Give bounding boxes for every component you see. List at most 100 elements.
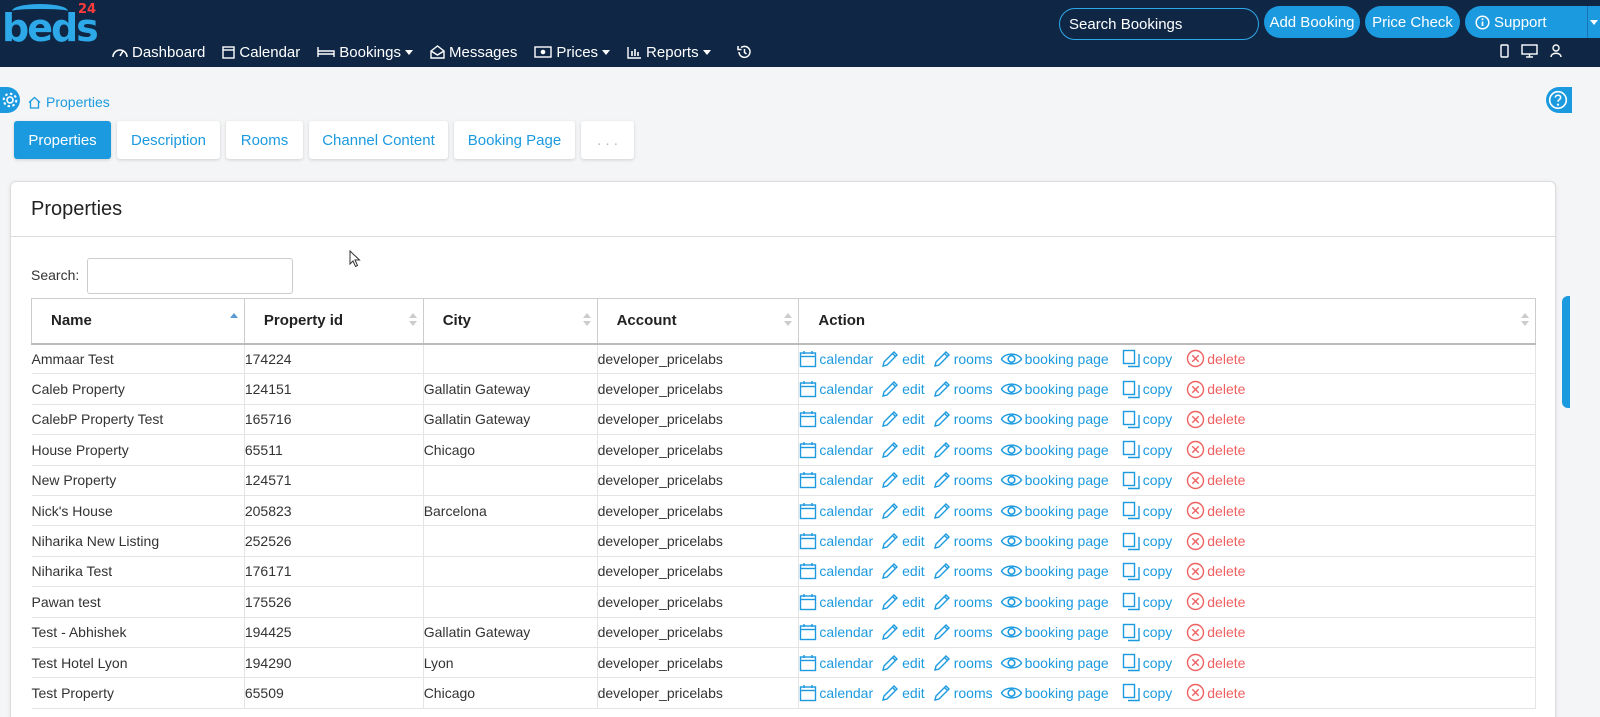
delete-link[interactable]: delete [1186,440,1245,459]
copy-link[interactable]: copy [1122,501,1172,520]
delete-link[interactable]: delete [1186,501,1245,520]
calendar-link[interactable]: calendar [799,471,873,489]
column-header-account[interactable]: Account [596,298,800,345]
calendar-link[interactable]: calendar [799,593,873,611]
copy-link[interactable]: copy [1122,592,1172,611]
rooms-link[interactable]: rooms [932,501,993,521]
nav-messages[interactable]: Messages [430,44,517,61]
column-header-property-id[interactable]: Property id [243,298,424,345]
booking-page-link[interactable]: booking page [1000,624,1109,640]
edit-link[interactable]: edit [880,349,925,369]
edit-link[interactable]: edit [880,531,925,551]
home-icon[interactable] [28,96,41,109]
copy-link[interactable]: copy [1122,653,1172,672]
booking-page-link[interactable]: booking page [1000,472,1109,488]
delete-link[interactable]: delete [1186,562,1245,581]
column-header-city[interactable]: City [422,298,598,345]
edit-link[interactable]: edit [880,592,925,612]
tab-properties[interactable]: Properties [14,121,111,159]
calendar-link[interactable]: calendar [799,350,873,368]
booking-page-link[interactable]: booking page [1000,351,1109,367]
breadcrumb-properties[interactable]: Properties [46,94,110,110]
user-icon[interactable] [1550,44,1562,58]
delete-link[interactable]: delete [1186,349,1245,368]
history-button[interactable] [736,44,756,60]
booking-page-link[interactable]: booking page [1000,381,1109,397]
tab-channel-content[interactable]: Channel Content [309,121,448,159]
calendar-link[interactable]: calendar [799,410,873,428]
copy-link[interactable]: copy [1122,380,1172,399]
copy-link[interactable]: copy [1122,471,1172,490]
edit-link[interactable]: edit [880,440,925,460]
rooms-link[interactable]: rooms [932,470,993,490]
edit-link[interactable]: edit [880,622,925,642]
tab-description[interactable]: Description [117,121,220,159]
calendar-link[interactable]: calendar [799,441,873,459]
rooms-link[interactable]: rooms [932,349,993,369]
mobile-icon[interactable] [1500,44,1509,58]
rooms-link[interactable]: rooms [932,379,993,399]
delete-link[interactable]: delete [1186,592,1245,611]
table-search-input[interactable] [87,258,293,294]
booking-page-link[interactable]: booking page [1000,655,1109,671]
rooms-link[interactable]: rooms [932,409,993,429]
edit-link[interactable]: edit [880,501,925,521]
rooms-link[interactable]: rooms [932,653,993,673]
rooms-link[interactable]: rooms [932,440,993,460]
delete-link[interactable]: delete [1186,380,1245,399]
add-booking-button[interactable]: Add Booking [1264,6,1360,38]
calendar-link[interactable]: calendar [799,380,873,398]
copy-link[interactable]: copy [1122,440,1172,459]
booking-page-link[interactable]: booking page [1000,685,1109,701]
edit-link[interactable]: edit [880,561,925,581]
rooms-link[interactable]: rooms [932,592,993,612]
delete-link[interactable]: delete [1186,410,1245,429]
edit-link[interactable]: edit [880,653,925,673]
nav-dashboard[interactable]: Dashboard [112,44,205,61]
booking-page-link[interactable]: booking page [1000,411,1109,427]
booking-page-link[interactable]: booking page [1000,594,1109,610]
edit-link[interactable]: edit [880,683,925,703]
tab-more[interactable]: . . . [581,121,634,159]
copy-link[interactable]: copy [1122,410,1172,429]
copy-link[interactable]: copy [1122,349,1172,368]
calendar-link[interactable]: calendar [799,502,873,520]
booking-page-link[interactable]: booking page [1000,533,1109,549]
search-bookings-input[interactable] [1059,8,1259,40]
delete-link[interactable]: delete [1186,623,1245,642]
tab-booking-page[interactable]: Booking Page [454,121,575,159]
calendar-link[interactable]: calendar [799,654,873,672]
rooms-link[interactable]: rooms [932,561,993,581]
nav-reports[interactable]: Reports [627,44,711,61]
calendar-link[interactable]: calendar [799,532,873,550]
tab-rooms[interactable]: Rooms [226,121,303,159]
copy-link[interactable]: copy [1122,683,1172,702]
delete-link[interactable]: delete [1186,683,1245,702]
nav-bookings[interactable]: Bookings [317,44,413,61]
column-header-name[interactable]: Name [31,298,245,345]
booking-page-link[interactable]: booking page [1000,503,1109,519]
desktop-icon[interactable] [1521,44,1538,58]
nav-calendar[interactable]: Calendar [222,44,300,61]
support-button[interactable]: Support [1465,6,1600,38]
copy-link[interactable]: copy [1122,562,1172,581]
calendar-link[interactable]: calendar [799,684,873,702]
beds24-logo[interactable]: beds 24 [2,2,99,48]
settings-button[interactable] [0,87,20,113]
booking-page-link[interactable]: booking page [1000,442,1109,458]
chevron-down-icon[interactable] [1590,20,1598,25]
rooms-link[interactable]: rooms [932,622,993,642]
copy-link[interactable]: copy [1122,623,1172,642]
calendar-link[interactable]: calendar [799,623,873,641]
booking-page-link[interactable]: booking page [1000,563,1109,579]
column-header-action[interactable]: Action [798,298,1536,345]
help-button[interactable] [1546,87,1572,113]
edit-link[interactable]: edit [880,470,925,490]
delete-link[interactable]: delete [1186,471,1245,490]
rooms-link[interactable]: rooms [932,683,993,703]
delete-link[interactable]: delete [1186,532,1245,551]
edit-link[interactable]: edit [880,409,925,429]
copy-link[interactable]: copy [1122,532,1172,551]
nav-prices[interactable]: Prices [534,44,611,61]
side-scroll-tab[interactable] [1562,296,1570,408]
